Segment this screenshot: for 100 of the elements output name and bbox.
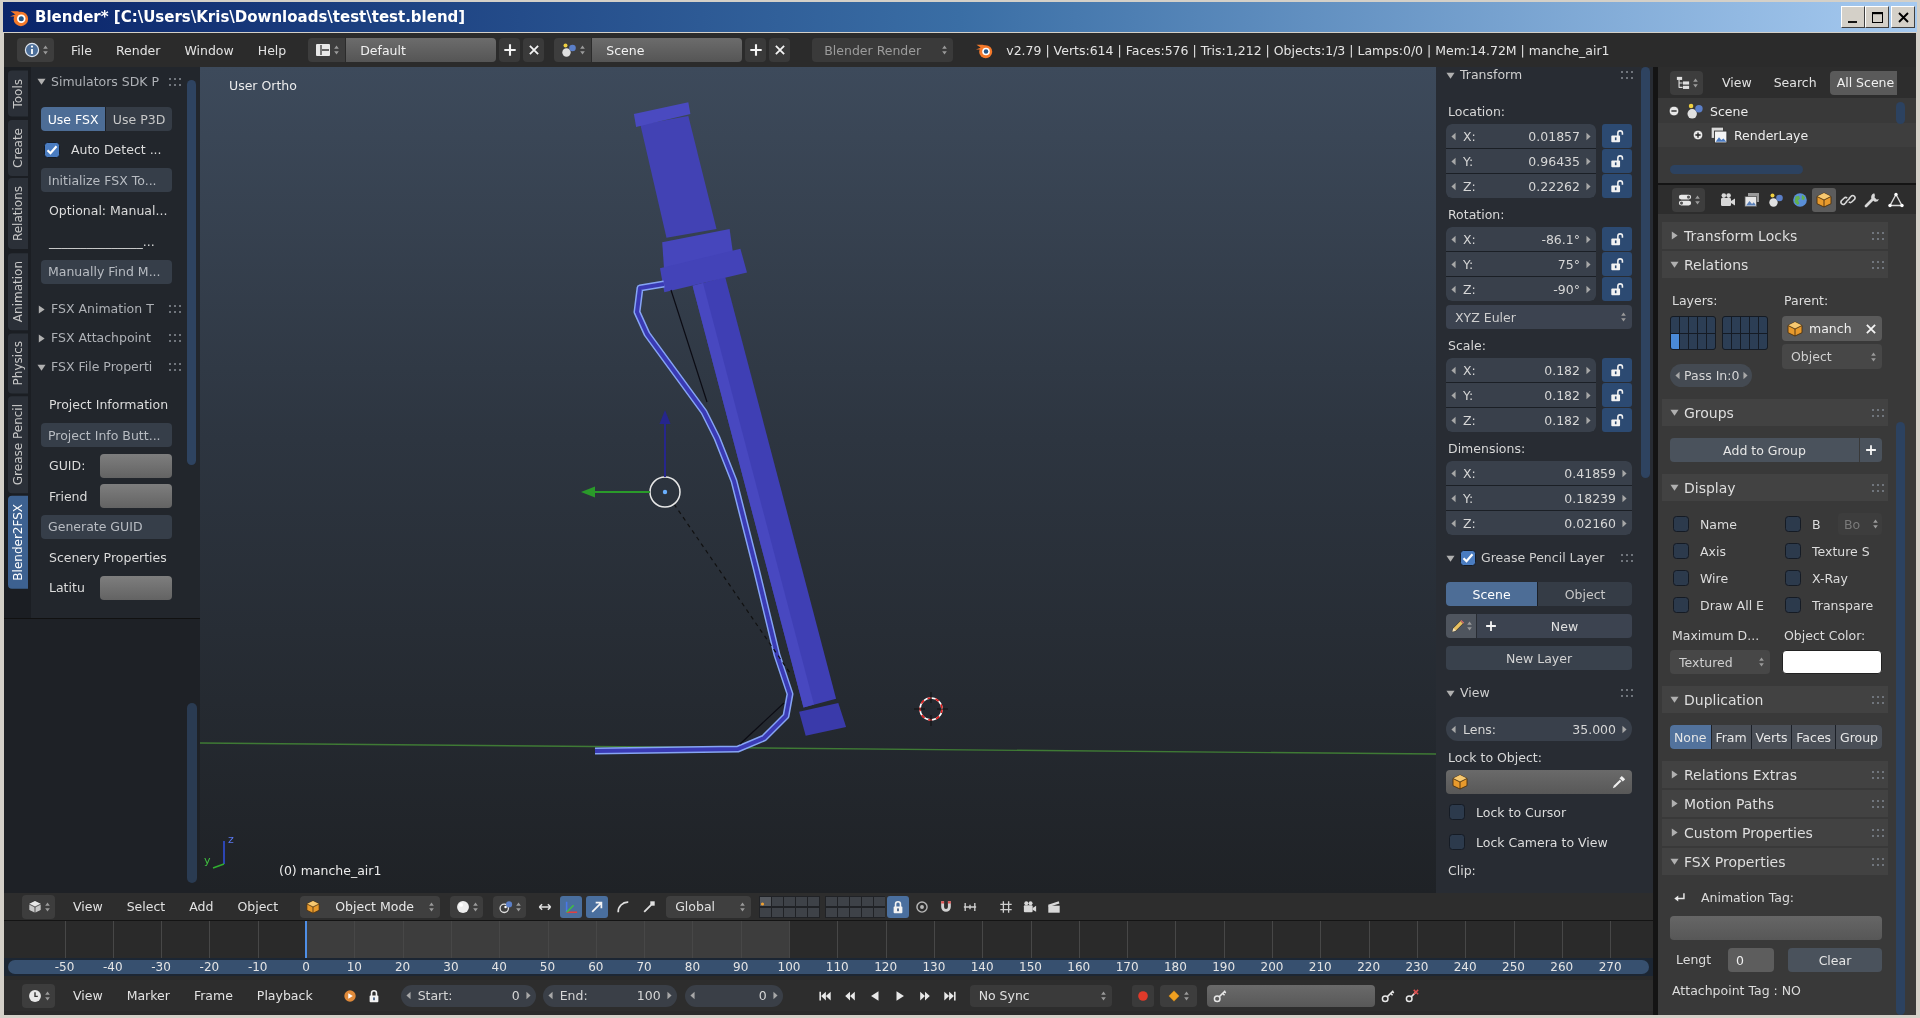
lock-toggle[interactable] bbox=[1602, 149, 1632, 173]
lock-toggle[interactable] bbox=[1602, 174, 1632, 198]
number-field[interactable]: Lens: 35.000 bbox=[1446, 717, 1632, 741]
lock-toggle[interactable] bbox=[1602, 383, 1632, 407]
editor-type-button[interactable] bbox=[1672, 187, 1705, 212]
number-field[interactable]: 0 bbox=[1728, 948, 1774, 972]
layer-toggle[interactable] bbox=[1750, 333, 1758, 349]
add-button[interactable] bbox=[499, 38, 521, 62]
toggle-option[interactable]: Verts bbox=[1751, 725, 1792, 749]
action-button[interactable]: Generate GUID bbox=[41, 514, 172, 539]
layout-browse-button[interactable] bbox=[308, 38, 346, 62]
checkbox[interactable] bbox=[1673, 597, 1689, 613]
layer-toggle[interactable] bbox=[1671, 333, 1679, 349]
menu-item[interactable]: Render bbox=[103, 38, 173, 62]
scene-browse-button[interactable] bbox=[554, 38, 592, 62]
render-engine-dropdown[interactable]: Blender Render bbox=[812, 38, 954, 62]
tree-item[interactable]: Scene bbox=[1710, 103, 1749, 119]
vertical-tab[interactable]: Create bbox=[8, 119, 28, 176]
number-field[interactable]: X: 0.01857 bbox=[1446, 124, 1596, 148]
number-field[interactable]: X: -86.1° bbox=[1446, 227, 1596, 251]
vertical-tab[interactable]: Blender2FSX bbox=[8, 496, 28, 589]
lock-toggle[interactable] bbox=[1602, 358, 1632, 382]
transform-gizmo[interactable] bbox=[581, 410, 681, 508]
sync-dropdown[interactable]: No Sync bbox=[969, 984, 1112, 1007]
toggle-option[interactable]: Use P3D bbox=[106, 107, 172, 131]
layout-name-field[interactable]: Default bbox=[346, 38, 497, 62]
checkbox[interactable] bbox=[44, 141, 60, 158]
add-button[interactable] bbox=[745, 38, 767, 62]
number-field[interactable]: Y: 0.18239 bbox=[1446, 486, 1632, 510]
scrollbar[interactable] bbox=[187, 80, 196, 465]
new-button[interactable]: New bbox=[1477, 614, 1632, 638]
action-button[interactable]: Manually Find M... bbox=[41, 259, 172, 284]
keying-set-field[interactable] bbox=[1206, 984, 1375, 1007]
layer-toggle[interactable] bbox=[1723, 333, 1731, 349]
checkbox[interactable] bbox=[1673, 570, 1689, 586]
number-field[interactable]: Z: -90° bbox=[1446, 277, 1596, 301]
checkbox[interactable] bbox=[1449, 804, 1465, 820]
toggle-option[interactable]: Use FSX bbox=[41, 107, 106, 131]
toggle-option[interactable]: Scene bbox=[1446, 582, 1538, 606]
number-field[interactable]: Y: 75° bbox=[1446, 252, 1596, 276]
layer-toggle[interactable] bbox=[1759, 317, 1767, 333]
toggle-option[interactable]: None bbox=[1670, 725, 1711, 749]
scrollbar[interactable] bbox=[1641, 67, 1650, 478]
menu-item[interactable]: View bbox=[61, 894, 115, 919]
layer-toggle[interactable] bbox=[1689, 317, 1697, 333]
scrollbar[interactable] bbox=[1896, 102, 1905, 124]
checkbox[interactable] bbox=[1785, 597, 1801, 613]
action-button[interactable]: New Layer bbox=[1446, 646, 1632, 670]
input-field[interactable] bbox=[100, 453, 172, 478]
panel-title[interactable]: FSX Attachpoint bbox=[51, 330, 151, 346]
panel-title[interactable]: View bbox=[1460, 685, 1490, 701]
lock-toggle[interactable] bbox=[1602, 124, 1632, 148]
toggle-option[interactable]: Object bbox=[1538, 582, 1632, 606]
menu-item[interactable]: Object bbox=[225, 894, 291, 919]
lock-toggle[interactable] bbox=[1602, 252, 1632, 276]
panel-title[interactable]: FSX Animation T bbox=[51, 301, 154, 317]
tree-item[interactable]: RenderLaye bbox=[1734, 127, 1809, 143]
maximize-button[interactable] bbox=[1865, 6, 1889, 28]
menu-item[interactable]: View bbox=[1711, 70, 1763, 95]
number-field[interactable]: Y: 0.182 bbox=[1446, 383, 1596, 407]
lock-toggle[interactable] bbox=[1602, 227, 1632, 251]
action-button[interactable]: Project Info Butt... bbox=[41, 423, 172, 447]
menu-item[interactable]: Playback bbox=[244, 983, 325, 1008]
layer-toggle[interactable] bbox=[1741, 317, 1749, 333]
filter-dropdown[interactable]: All Scene bbox=[1829, 70, 1898, 95]
dropdown[interactable]: XYZ Euler bbox=[1446, 305, 1632, 329]
lock-toggle[interactable] bbox=[1602, 408, 1632, 432]
action-button[interactable]: Initialize FSX To... bbox=[41, 168, 172, 192]
layer-toggle[interactable] bbox=[1732, 317, 1740, 333]
layer-toggle[interactable] bbox=[1680, 333, 1688, 349]
text-field[interactable] bbox=[1670, 916, 1882, 940]
scrollbar[interactable] bbox=[187, 703, 197, 883]
toggle-option[interactable]: Group bbox=[1836, 725, 1882, 749]
panel-title[interactable]: Groups bbox=[1684, 404, 1734, 421]
scene-name-field[interactable]: Scene bbox=[592, 38, 743, 62]
dropdown[interactable]: Object bbox=[1782, 344, 1882, 369]
panel-title[interactable]: Display bbox=[1684, 479, 1736, 496]
panel-title[interactable]: FSX File Properti bbox=[51, 359, 153, 375]
menu-item[interactable]: File bbox=[59, 38, 104, 62]
add-to-group-button[interactable]: Add to Group bbox=[1670, 438, 1859, 462]
number-field[interactable]: Z: 0.02160 bbox=[1446, 511, 1632, 535]
add-button[interactable] bbox=[1860, 438, 1882, 462]
remove-button[interactable] bbox=[523, 38, 545, 62]
layer-toggle[interactable] bbox=[1680, 317, 1688, 333]
checkbox[interactable] bbox=[1785, 516, 1801, 532]
start-frame-field[interactable]: Start: 0 bbox=[400, 984, 536, 1007]
number-field[interactable]: Y: 0.96435 bbox=[1446, 149, 1596, 173]
layer-toggle[interactable] bbox=[1707, 317, 1715, 333]
layer-toggle[interactable] bbox=[1698, 317, 1706, 333]
layer-toggle[interactable] bbox=[1698, 333, 1706, 349]
layer-toggle[interactable] bbox=[1707, 333, 1715, 349]
menu-item[interactable]: Add bbox=[177, 894, 226, 919]
panel-title[interactable]: Grease Pencil Layer bbox=[1481, 550, 1605, 566]
vertical-tab[interactable]: Physics bbox=[8, 332, 28, 394]
color-swatch[interactable] bbox=[1782, 650, 1882, 674]
vertical-tab[interactable]: Relations bbox=[8, 178, 28, 250]
scrollbar[interactable] bbox=[1896, 422, 1905, 1015]
editor-type-button[interactable] bbox=[17, 38, 54, 62]
editor-type-button[interactable] bbox=[22, 894, 55, 919]
layer-toggle[interactable] bbox=[1723, 317, 1731, 333]
